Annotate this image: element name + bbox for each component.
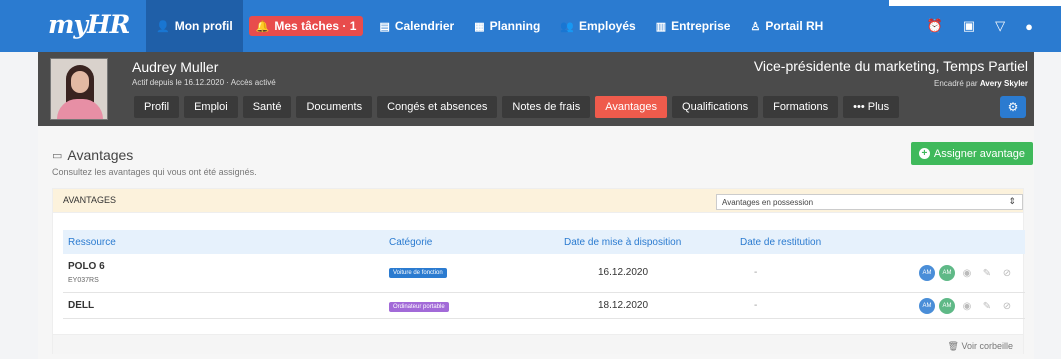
- tab-qualifications[interactable]: Qualifications: [672, 96, 759, 118]
- user-name: Audrey Muller: [132, 59, 219, 75]
- filter-icon[interactable]: ▽: [995, 18, 1005, 34]
- table-row[interactable]: DELL Ordinateur portable 18.12.2020 - AM…: [63, 293, 1025, 319]
- assignee-avatar[interactable]: AM: [919, 298, 935, 314]
- nav-mon-profil[interactable]: 👤 Mon profil: [146, 0, 243, 52]
- panel-heading: AVANTAGES: [63, 195, 117, 205]
- top-navbar: myHR 👤 Mon profil 🔔 Mes tâches · 1 ▤ Calend…: [0, 0, 1061, 52]
- date-start: 18.12.2020: [598, 300, 649, 311]
- col-categorie[interactable]: Catégorie: [389, 237, 432, 248]
- page-description: Consultez les avantages qui vous ont été…: [52, 167, 257, 177]
- table-header: Ressource Catégorie Date de mise à dispo…: [63, 230, 1025, 254]
- alarm-clock-icon[interactable]: ⏰: [927, 18, 943, 34]
- settings-gear-button[interactable]: ⚙: [1000, 96, 1026, 118]
- nav-calendrier[interactable]: ▤ Calendrier: [369, 0, 464, 52]
- building-icon: ▥: [655, 20, 667, 33]
- avatar: [50, 58, 108, 120]
- pencil-icon[interactable]: ✎: [979, 301, 995, 312]
- view-trash-link[interactable]: 🗑 Voir corbeille: [948, 341, 1013, 352]
- gear-icon: ⚙: [1007, 100, 1019, 114]
- select-arrows-icon: ⇕: [1008, 196, 1016, 206]
- nav-employes[interactable]: 👥 Employés: [550, 0, 645, 52]
- page-title: ▭ Avantages: [52, 147, 134, 163]
- assignee-avatar[interactable]: AM: [919, 265, 935, 281]
- tab-notes-de-frais[interactable]: Notes de frais: [502, 96, 591, 118]
- panel-header: AVANTAGES Avantages en possession ⇕: [53, 189, 1023, 213]
- bell-icon: 🔔: [255, 20, 270, 33]
- pencil-icon[interactable]: ✎: [979, 268, 995, 279]
- assign-benefit-button[interactable]: + Assigner avantage: [910, 142, 1033, 165]
- eye-icon[interactable]: ◉: [959, 301, 975, 312]
- ban-icon[interactable]: ⊘: [999, 301, 1015, 312]
- laptop-icon: ▭: [52, 149, 63, 162]
- calendar-icon: ▤: [379, 20, 390, 33]
- date-end: -: [754, 267, 758, 278]
- col-ressource[interactable]: Ressource: [68, 237, 116, 248]
- profile-tabs: Profil Emploi Santé Documents Congés et …: [134, 96, 900, 118]
- tab-formations[interactable]: Formations: [763, 96, 839, 118]
- nav-mes-taches[interactable]: 🔔 Mes tâches · 1: [248, 16, 364, 36]
- date-start: 16.12.2020: [598, 267, 649, 278]
- main-nav: 👤 Mon profil 🔔 Mes tâches · 1 ▤ Calendrier …: [146, 0, 833, 52]
- nav-planning[interactable]: ▦ Planning: [464, 0, 550, 52]
- tab-sante[interactable]: Santé: [242, 96, 292, 118]
- ban-icon[interactable]: ⊘: [999, 268, 1015, 279]
- user-status: Actif depuis le 16.12.2020 · Accès activ…: [132, 78, 276, 87]
- tab-profil[interactable]: Profil: [134, 96, 180, 118]
- category-badge: Voiture de fonction: [389, 268, 447, 278]
- assignee-avatar[interactable]: AM: [939, 265, 955, 281]
- table-row[interactable]: POLO 6 EY037RS Voiture de fonction 16.12…: [63, 254, 1025, 293]
- profile-header: Audrey Muller Actif depuis le 16.12.2020…: [38, 52, 1034, 126]
- user-icon: 👤: [156, 20, 170, 33]
- row-actions: AM AM ◉ ✎ ⊘: [919, 265, 1015, 281]
- plus-icon: +: [918, 148, 930, 159]
- resource-name: DELL: [68, 300, 95, 311]
- col-date-dispo[interactable]: Date de mise à disposition: [564, 237, 681, 248]
- eye-icon[interactable]: ◉: [959, 268, 975, 279]
- date-end: -: [754, 300, 758, 311]
- resource-name: POLO 6: [68, 261, 105, 272]
- col-date-restitution[interactable]: Date de restitution: [740, 237, 821, 248]
- app-logo[interactable]: myHR: [48, 10, 130, 39]
- row-actions: AM AM ◉ ✎ ⊘: [919, 298, 1015, 314]
- panel-footer: 🗑 Voir corbeille: [53, 334, 1023, 354]
- tab-avantages[interactable]: Avantages: [595, 96, 668, 118]
- tab-emploi[interactable]: Emploi: [184, 96, 238, 118]
- benefits-panel: AVANTAGES Avantages en possession ⇕ Resso…: [52, 188, 1025, 354]
- portal-icon: ♙: [750, 20, 761, 33]
- assignee-avatar[interactable]: AM: [939, 298, 955, 314]
- nav-portail-rh[interactable]: ♙ Portail RH: [740, 0, 833, 52]
- benefits-filter-select[interactable]: Avantages en possession ⇕: [716, 194, 1023, 210]
- tab-documents[interactable]: Documents: [296, 96, 373, 118]
- planning-icon: ▦: [474, 20, 485, 33]
- user-icon[interactable]: ●: [1025, 19, 1033, 34]
- top-strip: [889, 0, 1061, 6]
- tab-plus[interactable]: ••• Plus: [843, 96, 900, 118]
- toolbar-icons: ⏰ ▣ ▽ ●: [927, 0, 1033, 52]
- job-title: Vice-présidente du marketing, Temps Part…: [753, 58, 1028, 74]
- category-badge: Ordinateur portable: [389, 302, 449, 312]
- clipboard-icon[interactable]: ▣: [963, 18, 975, 34]
- employees-icon: 👥: [560, 20, 574, 33]
- trash-icon: 🗑: [947, 341, 959, 351]
- resource-ref: EY037RS: [68, 277, 99, 284]
- benefits-card: ▭ Avantages Consultez les avantages qui v…: [38, 126, 1034, 359]
- nav-entreprise[interactable]: ▥ Entreprise: [646, 0, 741, 52]
- supervisor: Encadré par Avery Skyler: [933, 79, 1028, 88]
- tab-conges[interactable]: Congés et absences: [377, 96, 498, 118]
